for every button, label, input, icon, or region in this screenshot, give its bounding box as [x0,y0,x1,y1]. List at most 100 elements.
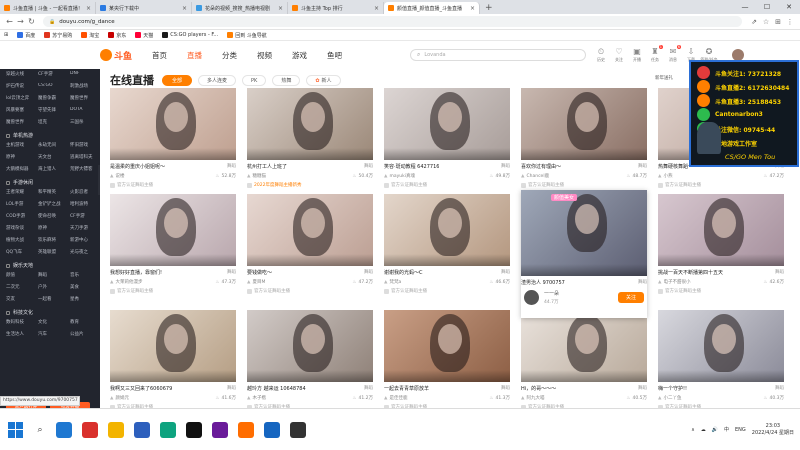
bookmark-item[interactable]: 百度 [17,32,35,39]
tab-close-icon[interactable]: × [374,5,379,12]
stream-title[interactable]: 我啊又三又回来了6060679 [110,385,172,392]
stream-category[interactable]: 舞蹈 [638,163,647,170]
stream-card[interactable]: 颜值美女 渣男治人 9700757 舞蹈 一一朵 44.7万 关注 [521,190,647,318]
stream-title[interactable]: 笑容·斑动教程 6427716 [384,163,439,170]
browser-tab[interactable]: 斗鱼直播 | 斗鱼 - 一起看直播！ × [0,2,96,14]
stream-category[interactable]: 舞蹈 [501,163,510,170]
sidebar-category-item[interactable]: 教育 [70,319,98,325]
stream-card[interactable]: 我想好好直播，靠窗们! 舞蹈 ▲ 大茉莉他漫步 ♨ 47.3万 官方认证舞蹈主播 [110,194,236,294]
stream-title[interactable]: 越玲方 越来运 10648784 [247,385,306,392]
taskbar-app-icon[interactable] [264,421,280,438]
stream-card[interactable]: Hi，的哥～～～ 舞蹈 ▲ 阿九大喵 ♨ 40.5万 官方认证舞蹈主播 [521,310,647,408]
tab-close-icon[interactable]: × [182,5,187,12]
stream-category[interactable]: 舞蹈 [501,269,510,276]
window-close-icon[interactable]: ✕ [778,3,800,11]
bookmark-item[interactable]: 回到 斗鱼导航 [227,32,267,39]
bookmark-item[interactable]: 苏宁易购 [44,32,72,39]
sidebar-category-item[interactable]: 音乐 [70,272,98,278]
stream-thumbnail[interactable] [247,310,373,382]
stream-title[interactable]: 谢谢我的光蚂～C [384,269,423,276]
taskbar-app-icon[interactable] [108,421,124,438]
streamer-name[interactable]: 木子楷 [252,396,266,401]
stream-card[interactable]: 一起去青青草原放羊 舞蹈 ▲ 是佳佳鹿 ♨ 41.3万 官方认证舞蹈主播 [384,310,510,408]
filter-chip[interactable]: 热舞 [272,74,301,86]
streamer-name[interactable]: Chancel鹿 [526,174,549,179]
stream-card[interactable]: 谢谢我的光蚂～C 舞蹈 ▲ 梵梵a ♨ 46.6万 官方认证舞蹈主播 [384,194,510,294]
stream-card[interactable]: 笑容·斑动教程 6427716 舞蹈 ▲ mayuki真魂 ♨ 49.8万 官方认证舞蹈主播 [384,88,510,188]
stream-category[interactable]: 舞蹈 [364,269,373,276]
sidebar-category-item[interactable]: 逃离塔科夫 [70,154,98,160]
sidebar-category-item[interactable]: 光与夜之 [70,249,98,255]
stream-thumbnail[interactable] [384,194,510,266]
sidebar-category-item[interactable]: CF手游 [70,213,98,219]
sidebar-category-item[interactable]: 穿越火线 [6,71,38,77]
stream-card[interactable]: 杭州打工人上班了 舞蹈 ▲ 糖糖猫 ♨ 50.4万 2022年度舞蹈主播新秀 [247,88,373,188]
streamer-name[interactable]: 夏目M [252,280,265,285]
promo-badge[interactable]: 新年送礼 [655,75,673,81]
stream-category[interactable]: 舞蹈 [501,385,510,392]
sidebar-category-item[interactable]: 王者荣耀 [6,189,38,195]
stream-thumbnail[interactable] [658,310,784,382]
forward-icon[interactable]: → [15,17,26,26]
sidebar-category-item[interactable]: 怀旧游戏 [70,142,98,148]
sidebar-category-item[interactable]: 汽车 [38,331,70,337]
stream-title[interactable]: 一起去青青草原放羊 [384,385,429,392]
streamer-name[interactable]: 电子不甜很小 [663,280,690,285]
tab-close-icon[interactable]: × [86,5,91,12]
stream-thumbnail[interactable] [110,194,236,266]
stream-thumbnail[interactable] [384,310,510,382]
new-tab-button[interactable]: + [480,2,498,14]
sidebar-category-item[interactable]: LOL手游 [6,201,38,207]
filter-chip[interactable]: 全部 [162,74,193,86]
filter-chip[interactable]: ✿ 新人 [306,74,341,86]
sidebar-category-item[interactable]: 刺激战场 [70,83,98,89]
stream-card[interactable]: 嗨一个守护!! 舞蹈 ▲ 小二丫鱼 ♨ 40.3万 官方认证舞蹈主播 [658,310,784,408]
sidebar-category-item[interactable]: 文化 [38,319,70,325]
stream-card[interactable]: 挑战一百天不断播第四十五天 舞蹈 ▲ 电子不甜很小 ♨ 42.6万 官方认证舞蹈主播 [658,194,784,294]
site-nav-item[interactable]: 鱼吧 [327,50,342,61]
stream-title[interactable]: 杭州打工人上班了 [247,163,287,170]
sidebar-category-item[interactable]: 炉石传说 [6,83,38,89]
menu-icon[interactable]: ⋮ [784,18,796,26]
maximize-icon[interactable]: ☐ [756,3,778,11]
stream-title[interactable]: 渣男治人 9700757 [521,279,565,286]
site-nav-item[interactable]: 分类 [222,50,237,61]
sidebar-category-item[interactable]: CS:GO [38,83,70,89]
tray-icon[interactable]: ∧ [691,427,695,433]
streamer-name[interactable]: mayuki真魂 [389,174,415,179]
user-tool-4[interactable]: ✉ 消息 6 [664,45,682,63]
streamer-name[interactable]: 小燕 [663,174,672,179]
site-nav-item[interactable]: 游戏 [292,50,307,61]
taskbar-app-icon[interactable] [238,421,254,438]
sidebar-category-item[interactable]: 天文台 [38,154,70,160]
stream-title[interactable]: Hi，的哥～～～ [521,385,556,392]
user-tool-2[interactable]: ▣ 开播 [628,47,646,63]
browser-tab[interactable]: 花朵的视频_搜搜_热播电视剧 × [192,2,288,14]
taskbar-app-icon[interactable] [56,421,72,438]
sidebar-category-item[interactable]: 永劫无间 [38,142,70,148]
sidebar-category-item[interactable]: 户外 [38,284,70,290]
stream-thumbnail[interactable] [384,88,510,160]
tab-close-icon[interactable]: × [470,5,475,12]
sidebar-category-item[interactable]: 美食 [70,284,98,290]
stream-card[interactable]: 我啊又三又回来了6060679 舞蹈 ▲ 颜娟元 ♨ 41.6万 官方认证舞蹈主播 [110,310,236,408]
taskbar-app-icon[interactable] [212,421,228,438]
stream-card[interactable]: 要钱做吃～ 舞蹈 ▲ 夏目M ♨ 47.2万 官方认证舞蹈主播 [247,194,373,294]
taskbar-app-icon[interactable] [160,421,176,438]
sidebar-category-item[interactable]: 三国杀 [70,119,98,125]
streamer-name[interactable]: 小二丫鱼 [663,396,681,401]
streamer-avatar[interactable] [524,290,539,305]
sidebar-category-item[interactable]: 火影忍者 [70,189,98,195]
sidebar-category-item[interactable]: 交友 [6,296,38,302]
sidebar-category-item[interactable]: 公益片 [70,331,98,337]
sidebar-category-item[interactable]: DOTA [70,107,98,113]
filter-chip[interactable]: 多人连麦 [198,74,237,86]
sidebar-category-item[interactable]: 星秀 [70,296,98,302]
user-tool-3[interactable]: ♜ 任务 1 [646,45,664,63]
bookmark-item[interactable]: 天猫 [135,32,153,39]
sidebar-category-item[interactable]: CF手游 [38,71,70,77]
tray-icon[interactable]: ☁ [701,427,706,433]
stream-thumbnail[interactable] [521,88,647,160]
sidebar-category-item[interactable]: 欢乐麻将 [38,237,70,243]
sidebar-category-item[interactable]: 大鹅模拟器 [6,166,38,172]
